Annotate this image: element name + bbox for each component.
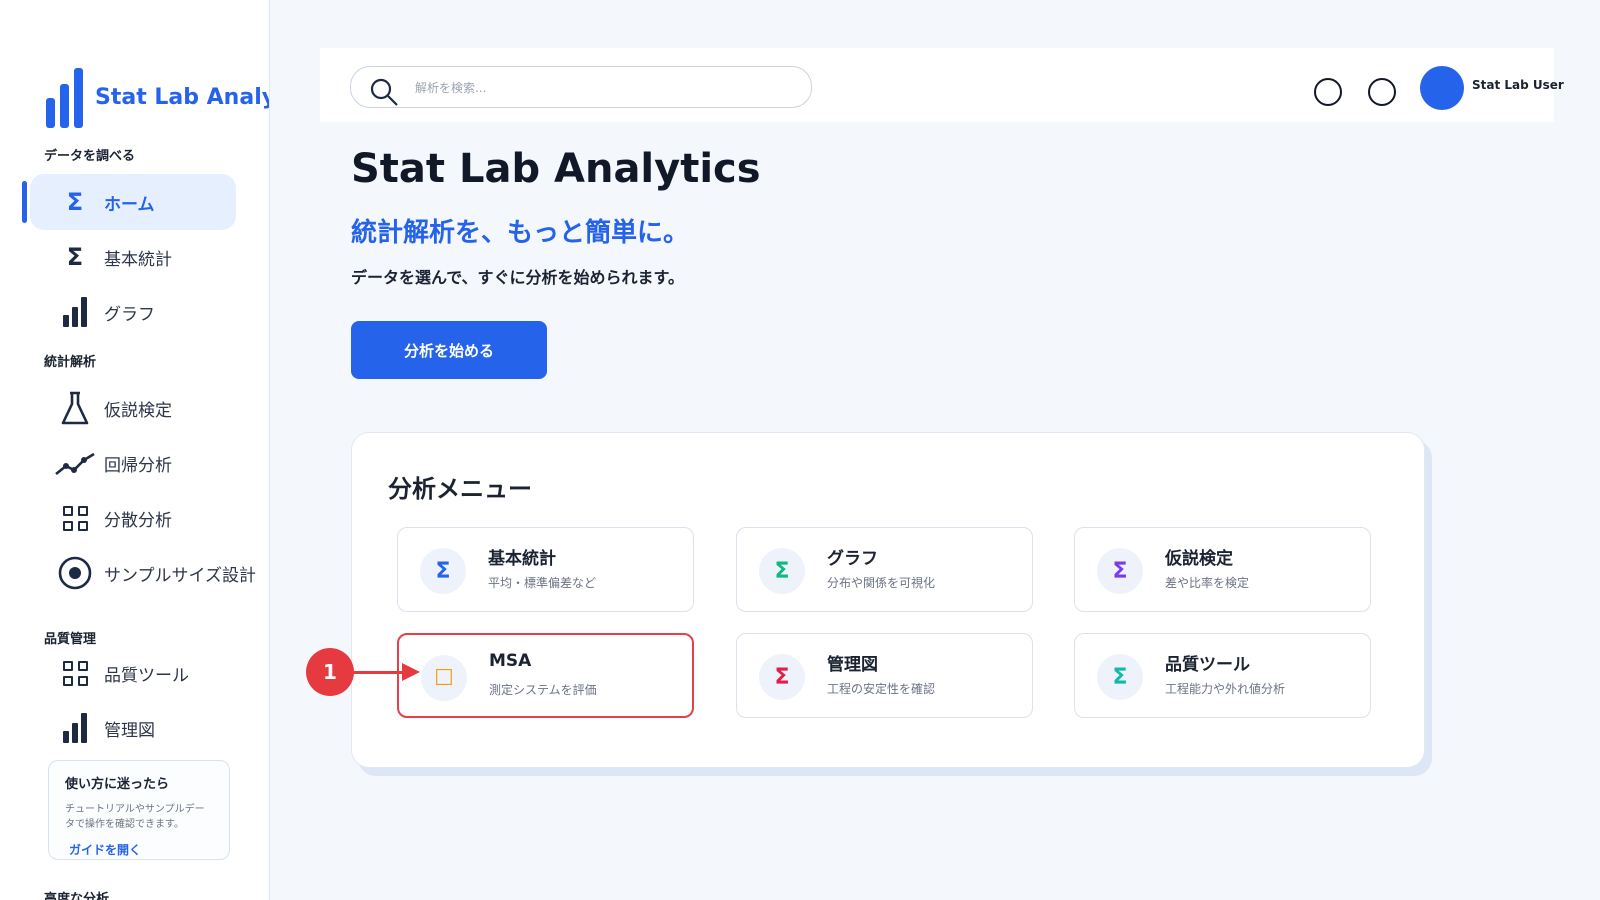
bar-chart-icon (54, 708, 96, 748)
tile-description: 測定システムを評価 (489, 683, 597, 697)
sigma-icon: Σ (759, 654, 805, 700)
menu-tile-hypothesis-test[interactable]: Σ 仮説検定 差や比率を検定 (1074, 527, 1371, 612)
sidebar-item-label: 回帰分析 (104, 455, 172, 476)
page-subtitle: 統計解析を、もっと簡単に。 (351, 218, 690, 248)
tile-name: 仮説検定 (1165, 549, 1233, 569)
help-title: 使い方に迷ったら (65, 777, 170, 792)
search-input[interactable] (415, 77, 795, 99)
sidebar-item-quality-tools[interactable]: 品質ツール (30, 645, 236, 701)
help-box: 使い方に迷ったら チュートリアルやサンプルデータで操作を確認できます。 ガイドを… (48, 760, 230, 860)
active-indicator (22, 181, 27, 223)
settings-icon[interactable] (1368, 78, 1396, 106)
tile-description: 分布や関係を可視化 (827, 576, 936, 590)
grid-icon (54, 653, 96, 693)
menu-tile-basic-stats[interactable]: Σ 基本統計 平均・標準偏差など (397, 527, 694, 612)
sidebar-item-label: ホーム (104, 194, 155, 215)
target-icon (54, 553, 96, 593)
notification-icon[interactable] (1314, 78, 1342, 106)
tile-name: 品質ツール (1165, 655, 1250, 675)
sidebar-item-control-chart[interactable]: 管理図 (30, 700, 236, 756)
annotation-badge: 1 (306, 648, 354, 696)
sidebar-item-home[interactable]: Σ ホーム (30, 174, 236, 230)
flask-icon (54, 388, 96, 428)
bar-chart-icon (54, 292, 96, 332)
sidebar-item-label: 管理図 (104, 720, 155, 741)
grid-icon (54, 498, 96, 538)
sidebar-item-hypothesis-test[interactable]: 仮説検定 (30, 380, 236, 436)
sidebar-item-label: 分散分析 (104, 510, 172, 531)
sidebar-item-label: 品質ツール (104, 665, 189, 686)
annotation-arrow-icon (402, 663, 420, 681)
guide-link[interactable]: ガイドを開く (69, 841, 141, 858)
menu-tile-graph[interactable]: Σ グラフ 分布や関係を可視化 (736, 527, 1033, 612)
search-box[interactable] (350, 66, 812, 108)
sidebar-item-label: サンプルサイズ設計 (104, 565, 256, 586)
bar-chart-logo-icon (46, 66, 83, 128)
sigma-icon: Σ (759, 548, 805, 594)
section-title-advanced: 高度な分析 (44, 892, 110, 900)
section-title-statistics: 統計解析 (44, 355, 97, 370)
start-analysis-button[interactable]: 分析を始める (351, 321, 547, 379)
sidebar-item-graph[interactable]: グラフ (30, 284, 236, 340)
tile-name: MSA (489, 651, 532, 671)
sidebar-item-basic-stats[interactable]: Σ 基本統計 (30, 229, 236, 285)
sidebar-item-anova[interactable]: 分散分析 (30, 490, 236, 546)
square-icon: ☐ (421, 655, 467, 701)
annotation-line (354, 671, 404, 674)
avatar[interactable] (1420, 66, 1464, 110)
sidebar-item-label: グラフ (104, 304, 155, 325)
sidebar-item-label: 仮説検定 (104, 400, 172, 421)
brand-name: Stat Lab Analytics (95, 84, 269, 110)
sigma-icon: Σ (420, 548, 466, 594)
menu-tile-msa[interactable]: ☐ MSA 測定システムを評価 (397, 633, 694, 718)
sigma-icon: Σ (66, 188, 84, 216)
menu-tile-control-chart[interactable]: Σ 管理図 工程の安定性を確認 (736, 633, 1033, 718)
tile-name: 管理図 (827, 655, 878, 675)
search-icon (370, 78, 398, 106)
top-bar: Stat Lab User (320, 48, 1564, 122)
user-name: Stat Lab User (1472, 78, 1564, 92)
tile-name: 基本統計 (488, 549, 556, 569)
tile-description: 差や比率を検定 (1165, 576, 1250, 590)
sidebar-item-label: 基本統計 (104, 249, 172, 270)
tile-name: グラフ (827, 549, 878, 569)
section-title-explore: データを調べる (44, 149, 136, 164)
analysis-menu-card: 分析メニュー Σ 基本統計 平均・標準偏差など Σ グラフ 分布や関係を可視化 … (351, 432, 1425, 768)
tile-description: 工程の安定性を確認 (827, 682, 936, 696)
brand[interactable]: Stat Lab Analytics (46, 66, 269, 128)
sigma-icon: Σ (66, 243, 84, 271)
tile-description: 工程能力や外れ値分析 (1165, 682, 1286, 696)
sidebar-item-sample-size[interactable]: サンプルサイズ設計 (30, 545, 256, 601)
menu-tile-quality-tools[interactable]: Σ 品質ツール 工程能力や外れ値分析 (1074, 633, 1371, 718)
sidebar: Stat Lab Analytics データを調べる Σ ホーム Σ 基本統計 … (0, 0, 270, 900)
trend-line-icon (54, 443, 96, 483)
analysis-menu-title: 分析メニュー (388, 475, 532, 503)
sidebar-item-regression[interactable]: 回帰分析 (30, 435, 236, 491)
page-title: Stat Lab Analytics (351, 146, 761, 192)
sigma-icon: Σ (1097, 548, 1143, 594)
tile-description: 平均・標準偏差など (488, 576, 597, 590)
sigma-icon: Σ (1097, 654, 1143, 700)
help-text: チュートリアルやサンプルデータで操作を確認できます。 (65, 804, 205, 830)
page-description: データを選んで、すぐに分析を始められます。 (351, 268, 684, 287)
